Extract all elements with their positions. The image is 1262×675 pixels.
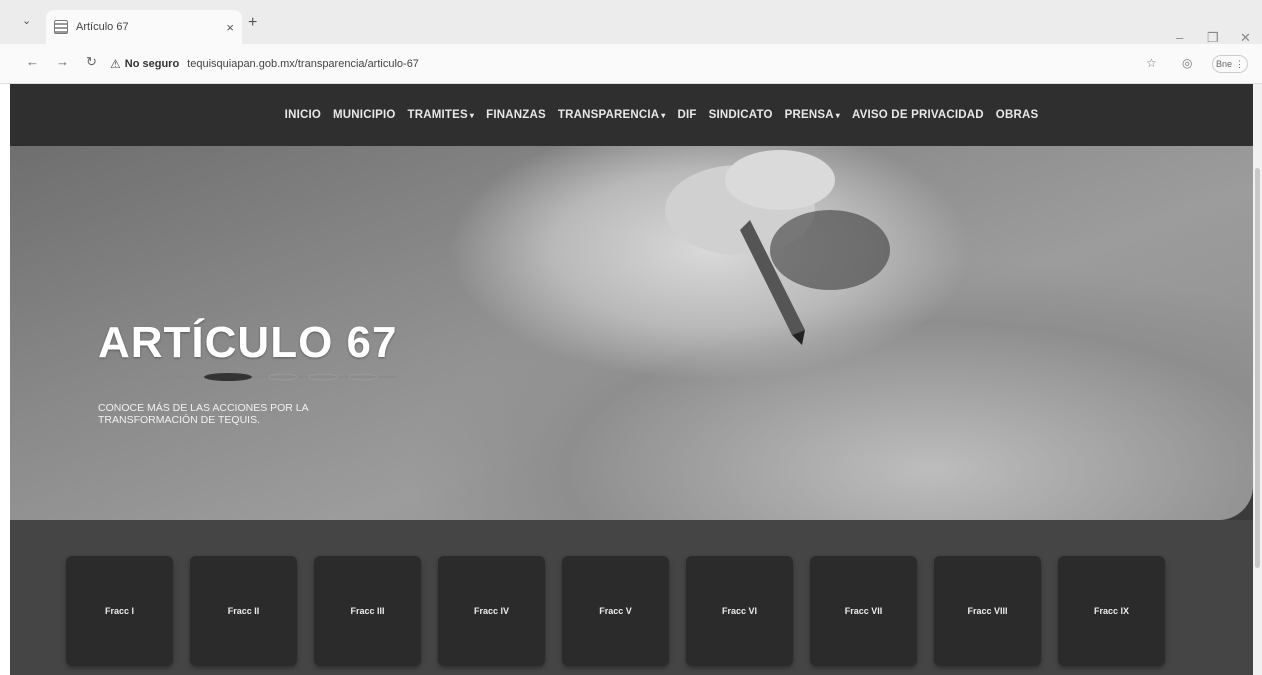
close-tab-icon[interactable]: ×	[226, 20, 234, 35]
fracc-label: Fracc III	[350, 606, 385, 616]
menu-icon[interactable]: ⋮	[1235, 59, 1244, 70]
nav-item-finanzas[interactable]: FINANZAS	[486, 109, 546, 121]
chevron-down-icon: ▾	[661, 111, 666, 120]
fracc-label: Fracc I	[104, 606, 135, 616]
fracc-card-3[interactable]: Fracc III	[314, 556, 421, 666]
nav-item-label: MUNICIPIO	[333, 109, 396, 121]
tab-title: Artículo 67	[76, 21, 129, 33]
fracciones-section: Fracc I Fracc II Fracc III Fracc IV Fracc V F…	[10, 520, 1253, 675]
nav-item-transparencia[interactable]: TRANSPARENCIA ▾	[558, 109, 666, 121]
nav-item-label: AVISO DE PRIVACIDAD	[851, 109, 984, 121]
nav-item-label: DIF	[677, 109, 697, 121]
fracc-card-1[interactable]: Fracc I	[66, 556, 173, 666]
hero-subtitle: CONOCE MÁS DE LAS ACCIONES POR LA TRANSF…	[98, 402, 309, 426]
page-title: ARTÍCULO 67	[98, 318, 398, 367]
nav-item-label: PRENSA	[784, 109, 834, 121]
fracc-card-6[interactable]: Fracc VI	[686, 556, 793, 666]
extension-icon[interactable]: ◎	[1182, 56, 1192, 70]
nav-item-label: INICIO	[284, 109, 322, 121]
fracc-card-5[interactable]: Fracc V	[562, 556, 669, 666]
nav-item-tramites[interactable]: TRAMITES ▾	[408, 109, 475, 121]
fracc-card-8[interactable]: Fracc VIII	[934, 556, 1041, 666]
hand-with-pen-illustration	[665, 150, 890, 345]
nav-item-label: TRAMITES	[407, 109, 468, 121]
nav-item-sindicato[interactable]: SINDICATO	[709, 109, 773, 121]
warning-icon[interactable]: ⚠	[110, 57, 121, 71]
reload-icon[interactable]: ↻	[86, 54, 97, 70]
nav-item-dif[interactable]: DIF	[678, 109, 697, 121]
profile-button[interactable]: Bne ⋮	[1212, 55, 1248, 73]
star-icon[interactable]: ☆	[1146, 56, 1157, 70]
fracc-card-4[interactable]: Fracc IV	[438, 556, 545, 666]
back-icon[interactable]: ←	[26, 54, 39, 69]
favicon-icon	[54, 20, 68, 34]
fracc-label: Fracc V	[599, 606, 632, 616]
fracc-card-7[interactable]: Fracc VII	[810, 556, 917, 666]
fracc-label: Fracc IV	[473, 606, 510, 616]
profile-label: Bne	[1215, 59, 1232, 69]
fracc-label: Fracc VI	[721, 606, 758, 616]
nav-item-label: SINDICATO	[708, 109, 773, 121]
fracc-label: Fracc IX	[1093, 606, 1130, 616]
forward-icon[interactable]: →	[56, 54, 69, 69]
page-content: ARTÍCULO 67 CONOCE MÁS DE LAS ACCIONES P…	[10, 84, 1253, 675]
nav-item-obras[interactable]: OBRAS	[996, 109, 1039, 121]
browser-tab[interactable]: Artículo 67 ×	[46, 10, 242, 44]
nav-item-label: FINANZAS	[486, 109, 546, 121]
decorative-divider	[98, 373, 398, 381]
nav-item-prensa[interactable]: PRENSA ▾	[785, 109, 840, 121]
fracc-label: Fracc VII	[844, 606, 883, 616]
chevron-down-icon: ▾	[469, 111, 475, 120]
address-bar: ← → ↻ ⚠ No seguro tequisquiapan.gob.mx/t…	[0, 44, 1262, 84]
tab-strip: ⌄ Artículo 67 × + – ❐ ✕	[0, 0, 1262, 45]
nav-item-label: OBRAS	[995, 109, 1039, 121]
fracc-card-9[interactable]: Fracc IX	[1058, 556, 1165, 666]
nav-item-municipio[interactable]: MUNICIPIO	[333, 109, 396, 121]
url-field[interactable]: ⚠ No seguro tequisquiapan.gob.mx/transpa…	[110, 51, 1140, 77]
nav-item-inicio[interactable]: INICIO	[285, 109, 321, 121]
chevron-down-icon: ▾	[835, 111, 840, 120]
fracciones-grid: Fracc I Fracc II Fracc III Fracc IV Fracc V F…	[66, 556, 1165, 666]
tab-search-icon[interactable]: ⌄	[22, 14, 31, 27]
minimize-icon[interactable]: –	[1176, 30, 1183, 45]
hero-banner: ARTÍCULO 67 CONOCE MÁS DE LAS ACCIONES P…	[10, 140, 1253, 520]
main-navigation: INICIO MUNICIPIO TRAMITES ▾ FINANZAS TRANSPAR…	[10, 84, 1253, 146]
nav-item-label: TRANSPARENCIA	[557, 109, 660, 121]
fracc-label: Fracc VIII	[967, 606, 1008, 616]
url-text[interactable]: tequisquiapan.gob.mx/transparencia/artic…	[187, 58, 419, 70]
fracc-label: Fracc II	[227, 606, 260, 616]
nav-item-aviso-de-privacidad[interactable]: AVISO DE PRIVACIDAD	[852, 109, 984, 121]
scrollbar-thumb[interactable]	[1255, 168, 1260, 568]
security-label[interactable]: No seguro	[125, 58, 179, 70]
new-tab-button[interactable]: +	[248, 14, 257, 32]
fracc-card-2[interactable]: Fracc II	[190, 556, 297, 666]
